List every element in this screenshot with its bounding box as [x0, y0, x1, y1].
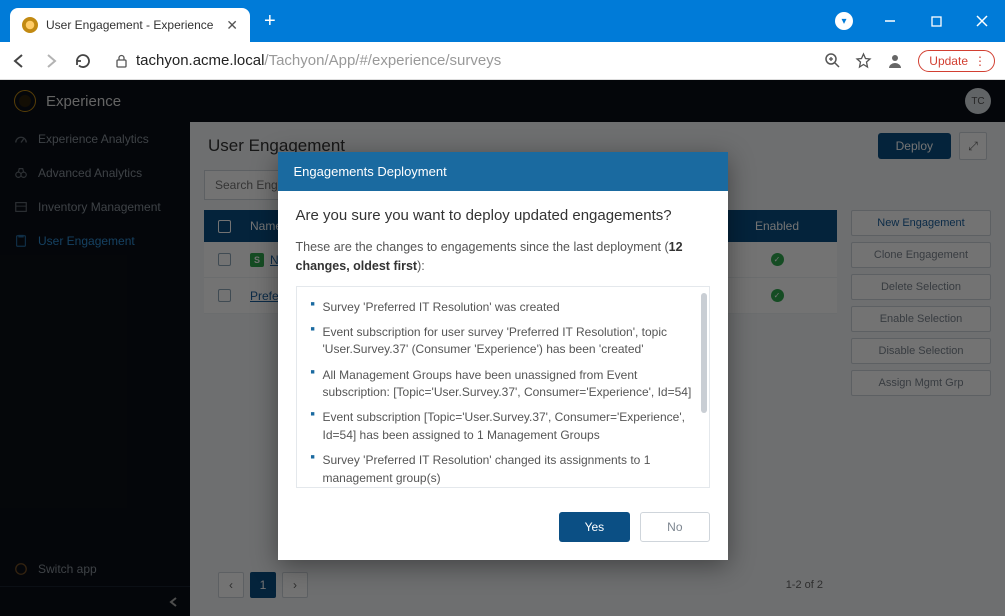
close-tab-icon[interactable]: ✕: [226, 17, 238, 34]
kebab-icon: ⋮: [974, 54, 984, 68]
account-indicator-icon[interactable]: ▾: [821, 0, 867, 42]
lock-icon: [115, 54, 128, 68]
modal-question: Are you sure you want to deploy updated …: [296, 207, 710, 224]
favicon-icon: [22, 17, 38, 33]
new-tab-button[interactable]: +: [250, 10, 290, 33]
change-item: Survey 'Preferred IT Resolution' changed…: [311, 448, 693, 486]
back-button[interactable]: [10, 52, 28, 70]
update-label: Update: [929, 54, 968, 68]
url-box[interactable]: tachyon.acme.local/Tachyon/App/#/experie…: [105, 48, 810, 73]
yes-button[interactable]: Yes: [559, 512, 631, 542]
no-button[interactable]: No: [640, 512, 709, 542]
modal-title: Engagements Deployment: [278, 152, 728, 191]
changes-list: Survey 'Preferred IT Resolution' was cre…: [296, 286, 710, 488]
url-text: tachyon.acme.local/Tachyon/App/#/experie…: [136, 52, 501, 69]
window-titlebar: User Engagement - Experience ✕ + ▾: [0, 0, 1005, 42]
change-item: All Management Groups have been unassign…: [311, 363, 693, 406]
forward-button[interactable]: [42, 52, 60, 70]
zoom-icon[interactable]: [824, 52, 841, 69]
change-item: Event subscription for user survey 'Pref…: [311, 320, 693, 363]
change-item: Event subscription [Topic='User.Survey.3…: [311, 405, 693, 448]
bookmark-icon[interactable]: [855, 52, 872, 69]
tab-title: User Engagement - Experience: [46, 18, 218, 32]
minimize-button[interactable]: [867, 0, 913, 42]
scrollbar[interactable]: [701, 293, 707, 413]
close-window-button[interactable]: [959, 0, 1005, 42]
browser-tab[interactable]: User Engagement - Experience ✕: [10, 8, 250, 42]
update-button[interactable]: Update ⋮: [918, 50, 995, 72]
profile-icon[interactable]: [886, 52, 904, 70]
modal-overlay: Engagements Deployment Are you sure you …: [0, 80, 1005, 616]
address-bar: tachyon.acme.local/Tachyon/App/#/experie…: [0, 42, 1005, 80]
reload-button[interactable]: [74, 52, 91, 69]
change-item: Survey 'Preferred IT Resolution' was cre…: [311, 295, 693, 320]
maximize-button[interactable]: [913, 0, 959, 42]
modal-intro: These are the changes to engagements sin…: [296, 238, 710, 276]
main-content: User Engagement Deploy ⤢ Name Enabled SN…: [190, 122, 1005, 616]
deploy-modal: Engagements Deployment Are you sure you …: [278, 152, 728, 560]
